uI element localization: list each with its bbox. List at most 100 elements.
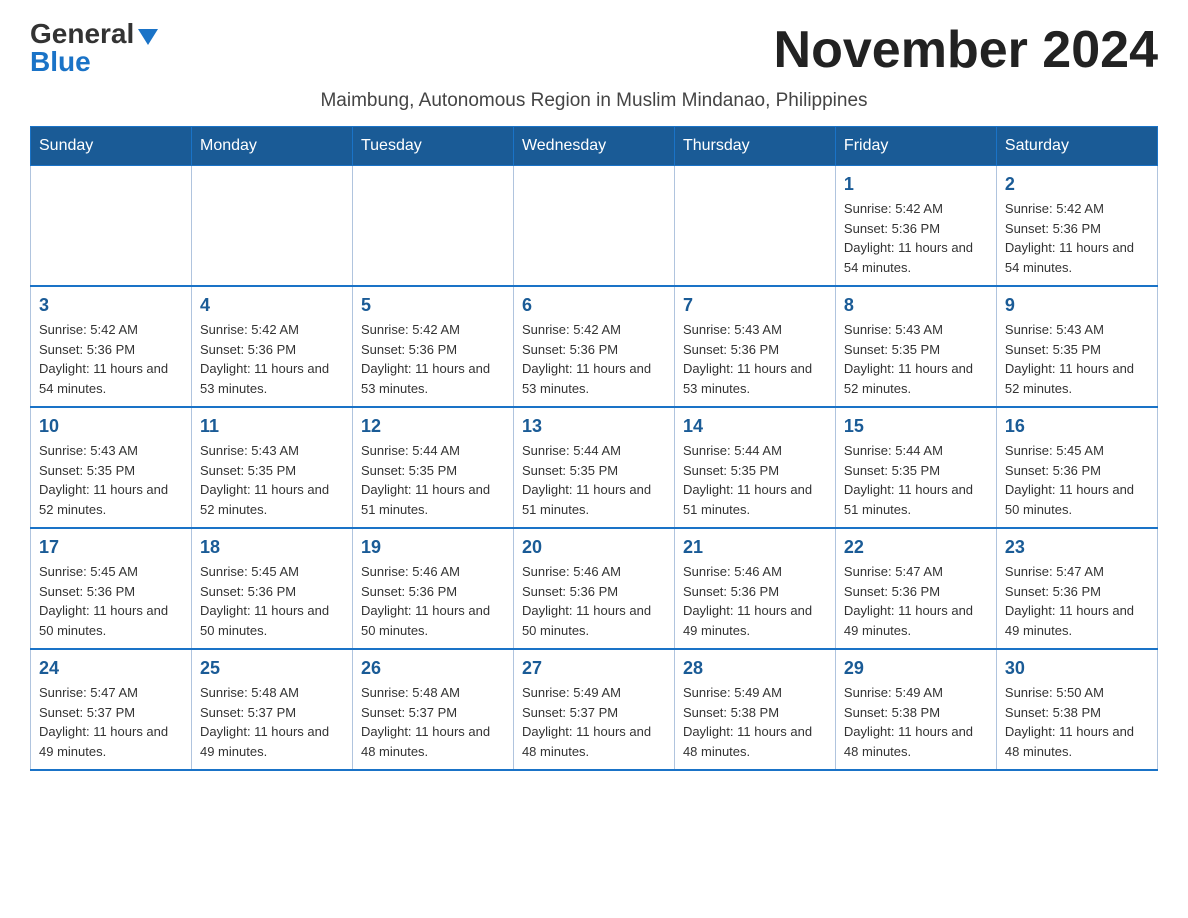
day-number: 29	[844, 658, 988, 679]
day-number: 14	[683, 416, 827, 437]
calendar-cell: 6 Sunrise: 5:42 AM Sunset: 5:36 PM Daylig…	[513, 286, 674, 407]
calendar-cell: 17 Sunrise: 5:45 AM Sunset: 5:36 PM Dayli…	[31, 528, 192, 649]
day-info: Sunrise: 5:43 AM Sunset: 5:35 PM Dayligh…	[844, 320, 988, 398]
day-info: Sunrise: 5:47 AM Sunset: 5:36 PM Dayligh…	[844, 562, 988, 640]
day-number: 18	[200, 537, 344, 558]
calendar-cell	[674, 166, 835, 287]
day-number: 15	[844, 416, 988, 437]
day-info: Sunrise: 5:42 AM Sunset: 5:36 PM Dayligh…	[1005, 199, 1149, 277]
calendar-cell: 5 Sunrise: 5:42 AM Sunset: 5:36 PM Daylig…	[352, 286, 513, 407]
day-info: Sunrise: 5:42 AM Sunset: 5:36 PM Dayligh…	[361, 320, 505, 398]
calendar-cell: 9 Sunrise: 5:43 AM Sunset: 5:35 PM Daylig…	[996, 286, 1157, 407]
calendar-cell: 21Sunrise: 5:46 AM Sunset: 5:36 PM Dayli…	[674, 528, 835, 649]
calendar-cell: 16 Sunrise: 5:45 AM Sunset: 5:36 PM Dayli…	[996, 407, 1157, 528]
day-number: 20	[522, 537, 666, 558]
day-number: 3	[39, 295, 183, 316]
month-title: November 2024	[774, 20, 1158, 80]
day-info: Sunrise: 5:43 AM Sunset: 5:36 PM Dayligh…	[683, 320, 827, 398]
column-header-sunday: Sunday	[31, 127, 192, 166]
day-number: 11	[200, 416, 344, 437]
day-info: Sunrise: 5:49 AM Sunset: 5:38 PM Dayligh…	[844, 683, 988, 761]
day-number: 4	[200, 295, 344, 316]
column-header-monday: Monday	[191, 127, 352, 166]
logo-triangle-icon	[138, 29, 158, 45]
column-header-thursday: Thursday	[674, 127, 835, 166]
logo: General Blue	[30, 20, 158, 76]
calendar-cell: 8 Sunrise: 5:43 AM Sunset: 5:35 PM Daylig…	[835, 286, 996, 407]
calendar: SundayMondayTuesdayWednesdayThursdayFrid…	[30, 126, 1158, 771]
calendar-cell: 4 Sunrise: 5:42 AM Sunset: 5:36 PM Daylig…	[191, 286, 352, 407]
calendar-week-2: 3 Sunrise: 5:42 AM Sunset: 5:36 PM Daylig…	[31, 286, 1158, 407]
calendar-cell: 11 Sunrise: 5:43 AM Sunset: 5:35 PM Dayli…	[191, 407, 352, 528]
day-info: Sunrise: 5:48 AM Sunset: 5:37 PM Dayligh…	[361, 683, 505, 761]
day-number: 10	[39, 416, 183, 437]
day-info: Sunrise: 5:50 AM Sunset: 5:38 PM Dayligh…	[1005, 683, 1149, 761]
day-info: Sunrise: 5:49 AM Sunset: 5:38 PM Dayligh…	[683, 683, 827, 761]
calendar-cell: 30Sunrise: 5:50 AM Sunset: 5:38 PM Dayli…	[996, 649, 1157, 770]
day-number: 17	[39, 537, 183, 558]
day-number: 12	[361, 416, 505, 437]
day-info: Sunrise: 5:47 AM Sunset: 5:37 PM Dayligh…	[39, 683, 183, 761]
calendar-cell: 27Sunrise: 5:49 AM Sunset: 5:37 PM Dayli…	[513, 649, 674, 770]
logo-blue: Blue	[30, 46, 91, 77]
day-number: 19	[361, 537, 505, 558]
day-number: 28	[683, 658, 827, 679]
calendar-cell	[191, 166, 352, 287]
calendar-cell: 24 Sunrise: 5:47 AM Sunset: 5:37 PM Dayli…	[31, 649, 192, 770]
day-number: 26	[361, 658, 505, 679]
calendar-cell: 13Sunrise: 5:44 AM Sunset: 5:35 PM Dayli…	[513, 407, 674, 528]
day-info: Sunrise: 5:43 AM Sunset: 5:35 PM Dayligh…	[39, 441, 183, 519]
calendar-cell: 1Sunrise: 5:42 AM Sunset: 5:36 PM Daylig…	[835, 166, 996, 287]
day-info: Sunrise: 5:45 AM Sunset: 5:36 PM Dayligh…	[200, 562, 344, 640]
calendar-cell: 7 Sunrise: 5:43 AM Sunset: 5:36 PM Daylig…	[674, 286, 835, 407]
calendar-week-1: 1Sunrise: 5:42 AM Sunset: 5:36 PM Daylig…	[31, 166, 1158, 287]
calendar-week-5: 24 Sunrise: 5:47 AM Sunset: 5:37 PM Dayli…	[31, 649, 1158, 770]
column-header-friday: Friday	[835, 127, 996, 166]
day-number: 2	[1005, 174, 1149, 195]
day-number: 24	[39, 658, 183, 679]
day-info: Sunrise: 5:46 AM Sunset: 5:36 PM Dayligh…	[361, 562, 505, 640]
day-number: 23	[1005, 537, 1149, 558]
calendar-cell: 28 Sunrise: 5:49 AM Sunset: 5:38 PM Dayli…	[674, 649, 835, 770]
day-info: Sunrise: 5:48 AM Sunset: 5:37 PM Dayligh…	[200, 683, 344, 761]
day-number: 7	[683, 295, 827, 316]
day-info: Sunrise: 5:42 AM Sunset: 5:36 PM Dayligh…	[200, 320, 344, 398]
day-number: 6	[522, 295, 666, 316]
calendar-cell: 10 Sunrise: 5:43 AM Sunset: 5:35 PM Dayli…	[31, 407, 192, 528]
day-number: 8	[844, 295, 988, 316]
calendar-cell: 23 Sunrise: 5:47 AM Sunset: 5:36 PM Dayli…	[996, 528, 1157, 649]
calendar-cell	[31, 166, 192, 287]
day-number: 16	[1005, 416, 1149, 437]
day-info: Sunrise: 5:46 AM Sunset: 5:36 PM Dayligh…	[683, 562, 827, 640]
day-info: Sunrise: 5:45 AM Sunset: 5:36 PM Dayligh…	[39, 562, 183, 640]
calendar-cell: 29 Sunrise: 5:49 AM Sunset: 5:38 PM Dayli…	[835, 649, 996, 770]
day-info: Sunrise: 5:44 AM Sunset: 5:35 PM Dayligh…	[683, 441, 827, 519]
day-info: Sunrise: 5:45 AM Sunset: 5:36 PM Dayligh…	[1005, 441, 1149, 519]
calendar-cell: 14 Sunrise: 5:44 AM Sunset: 5:35 PM Dayli…	[674, 407, 835, 528]
calendar-cell: 19 Sunrise: 5:46 AM Sunset: 5:36 PM Dayli…	[352, 528, 513, 649]
day-info: Sunrise: 5:49 AM Sunset: 5:37 PM Dayligh…	[522, 683, 666, 761]
subtitle: Maimbung, Autonomous Region in Muslim Mi…	[30, 90, 1158, 112]
calendar-cell: 25 Sunrise: 5:48 AM Sunset: 5:37 PM Dayli…	[191, 649, 352, 770]
day-info: Sunrise: 5:43 AM Sunset: 5:35 PM Dayligh…	[1005, 320, 1149, 398]
column-header-tuesday: Tuesday	[352, 127, 513, 166]
logo-general: General	[30, 18, 134, 49]
column-header-saturday: Saturday	[996, 127, 1157, 166]
day-number: 25	[200, 658, 344, 679]
calendar-week-3: 10 Sunrise: 5:43 AM Sunset: 5:35 PM Dayli…	[31, 407, 1158, 528]
day-info: Sunrise: 5:47 AM Sunset: 5:36 PM Dayligh…	[1005, 562, 1149, 640]
day-info: Sunrise: 5:44 AM Sunset: 5:35 PM Dayligh…	[844, 441, 988, 519]
day-info: Sunrise: 5:42 AM Sunset: 5:36 PM Dayligh…	[522, 320, 666, 398]
day-number: 13	[522, 416, 666, 437]
day-number: 9	[1005, 295, 1149, 316]
calendar-cell: 20 Sunrise: 5:46 AM Sunset: 5:36 PM Dayli…	[513, 528, 674, 649]
calendar-cell: 2 Sunrise: 5:42 AM Sunset: 5:36 PM Daylig…	[996, 166, 1157, 287]
day-info: Sunrise: 5:42 AM Sunset: 5:36 PM Dayligh…	[39, 320, 183, 398]
day-info: Sunrise: 5:43 AM Sunset: 5:35 PM Dayligh…	[200, 441, 344, 519]
calendar-week-4: 17 Sunrise: 5:45 AM Sunset: 5:36 PM Dayli…	[31, 528, 1158, 649]
calendar-cell: 18 Sunrise: 5:45 AM Sunset: 5:36 PM Dayli…	[191, 528, 352, 649]
day-info: Sunrise: 5:46 AM Sunset: 5:36 PM Dayligh…	[522, 562, 666, 640]
day-number: 5	[361, 295, 505, 316]
calendar-cell	[513, 166, 674, 287]
calendar-cell: 22Sunrise: 5:47 AM Sunset: 5:36 PM Dayli…	[835, 528, 996, 649]
